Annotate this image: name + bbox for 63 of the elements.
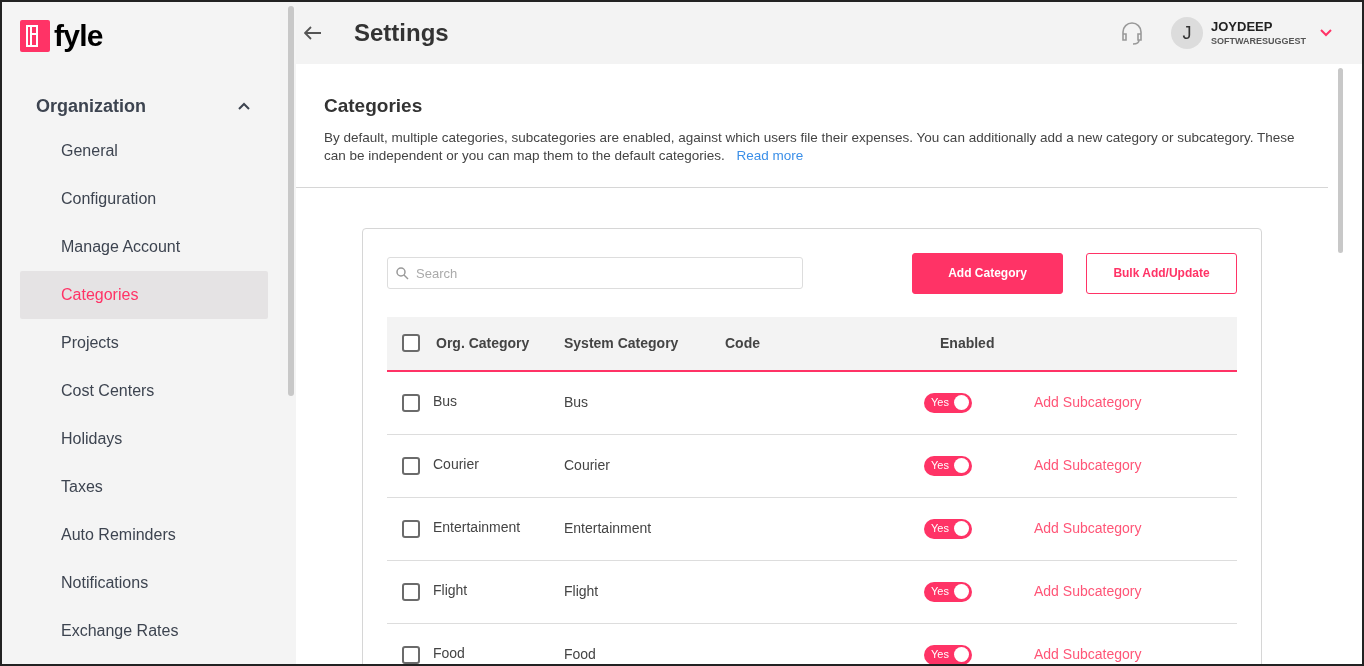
- sidebar-item[interactable]: Configuration: [20, 175, 268, 223]
- sidebar-item[interactable]: Auto Reminders: [20, 511, 268, 559]
- sidebar-item[interactable]: Manage Account: [20, 223, 268, 271]
- checkbox[interactable]: [402, 456, 420, 475]
- table-cell-text: Flight: [433, 581, 469, 600]
- bulk-add-button[interactable]: Bulk Add/Update: [1086, 252, 1237, 294]
- sidebar-item[interactable]: General: [20, 127, 268, 175]
- checkbox[interactable]: [402, 519, 420, 538]
- column-header: Enabled: [940, 333, 995, 353]
- checkbox[interactable]: [402, 393, 420, 412]
- sidebar-item[interactable]: Categories: [20, 271, 268, 319]
- table-cell-text: Food: [564, 645, 597, 664]
- checkbox[interactable]: [402, 645, 420, 664]
- table-cell-text: Bus: [564, 393, 590, 412]
- logo-icon: [20, 20, 50, 52]
- table-cell-text: Entertainment: [564, 519, 653, 538]
- checkbox[interactable]: [402, 582, 420, 601]
- sidebar-item[interactable]: Projects: [20, 319, 268, 367]
- user-menu-button[interactable]: [1320, 29, 1332, 37]
- user-org: SOFTWARESUGGEST: [1211, 35, 1306, 47]
- add-subcategory-link[interactable]: Add Subcategory: [1034, 644, 1142, 664]
- sidebar-item[interactable]: Cost Centers: [20, 367, 268, 415]
- avatar: J: [1171, 17, 1203, 49]
- table-cell-text: Flight: [564, 582, 600, 601]
- headset-icon: [1119, 20, 1145, 46]
- checkbox[interactable]: [402, 334, 420, 352]
- table-cell-text: Food: [433, 644, 466, 663]
- add-subcategory-link[interactable]: Add Subcategory: [1034, 518, 1142, 539]
- add-subcategory-link[interactable]: Add Subcategory: [1034, 455, 1142, 476]
- sidebar-section[interactable]: Organization: [20, 86, 268, 126]
- sidebar-item[interactable]: Taxes: [20, 463, 268, 511]
- sidebar-item[interactable]: Holidays: [20, 415, 268, 463]
- enabled-toggle[interactable]: Yes: [924, 644, 972, 664]
- search-field[interactable]: Search: [387, 257, 803, 289]
- table-cell-text: Bus: [433, 392, 459, 411]
- section-title: Categories: [324, 94, 424, 118]
- table-cell-text: Courier: [433, 455, 480, 474]
- page-title: Settings: [354, 18, 449, 48]
- column-header: Code: [725, 333, 761, 353]
- chevron-down-icon: [1320, 29, 1332, 37]
- column-header: Org. Category: [436, 333, 531, 353]
- enabled-toggle[interactable]: Yes: [924, 581, 972, 602]
- search-icon: [396, 267, 409, 280]
- add-category-button[interactable]: Add Category: [912, 252, 1063, 294]
- add-subcategory-link[interactable]: Add Subcategory: [1034, 392, 1142, 413]
- enabled-toggle[interactable]: Yes: [924, 455, 972, 476]
- table-cell-text: Entertainment: [433, 518, 522, 537]
- arrow-left-icon: [304, 26, 322, 40]
- support-button[interactable]: [1119, 20, 1145, 46]
- chevron-icon: [238, 102, 250, 110]
- user-name: JOYDEEP: [1211, 19, 1274, 36]
- enabled-toggle[interactable]: Yes: [924, 518, 972, 539]
- sidebar-item[interactable]: Exchange Rates: [20, 607, 268, 655]
- column-header: System Category: [564, 333, 680, 353]
- enabled-toggle[interactable]: Yes: [924, 392, 972, 413]
- add-subcategory-link[interactable]: Add Subcategory: [1034, 581, 1142, 602]
- table-cell-text: Courier: [564, 456, 611, 475]
- scrollbar-thumb[interactable]: [288, 6, 294, 396]
- read-more-link[interactable]: Read more: [736, 147, 804, 163]
- scrollbar-thumb[interactable]: [1338, 68, 1343, 253]
- section-description: By default, multiple categories, subcategories are enabled, against which users file their expenses. You can additionally add a new category or subcategory. These can be independent or you can map them to the default categories. Read more: [324, 128, 1296, 165]
- sidebar-item[interactable]: Notifications: [20, 559, 268, 607]
- logo-text: fyle: [54, 21, 103, 51]
